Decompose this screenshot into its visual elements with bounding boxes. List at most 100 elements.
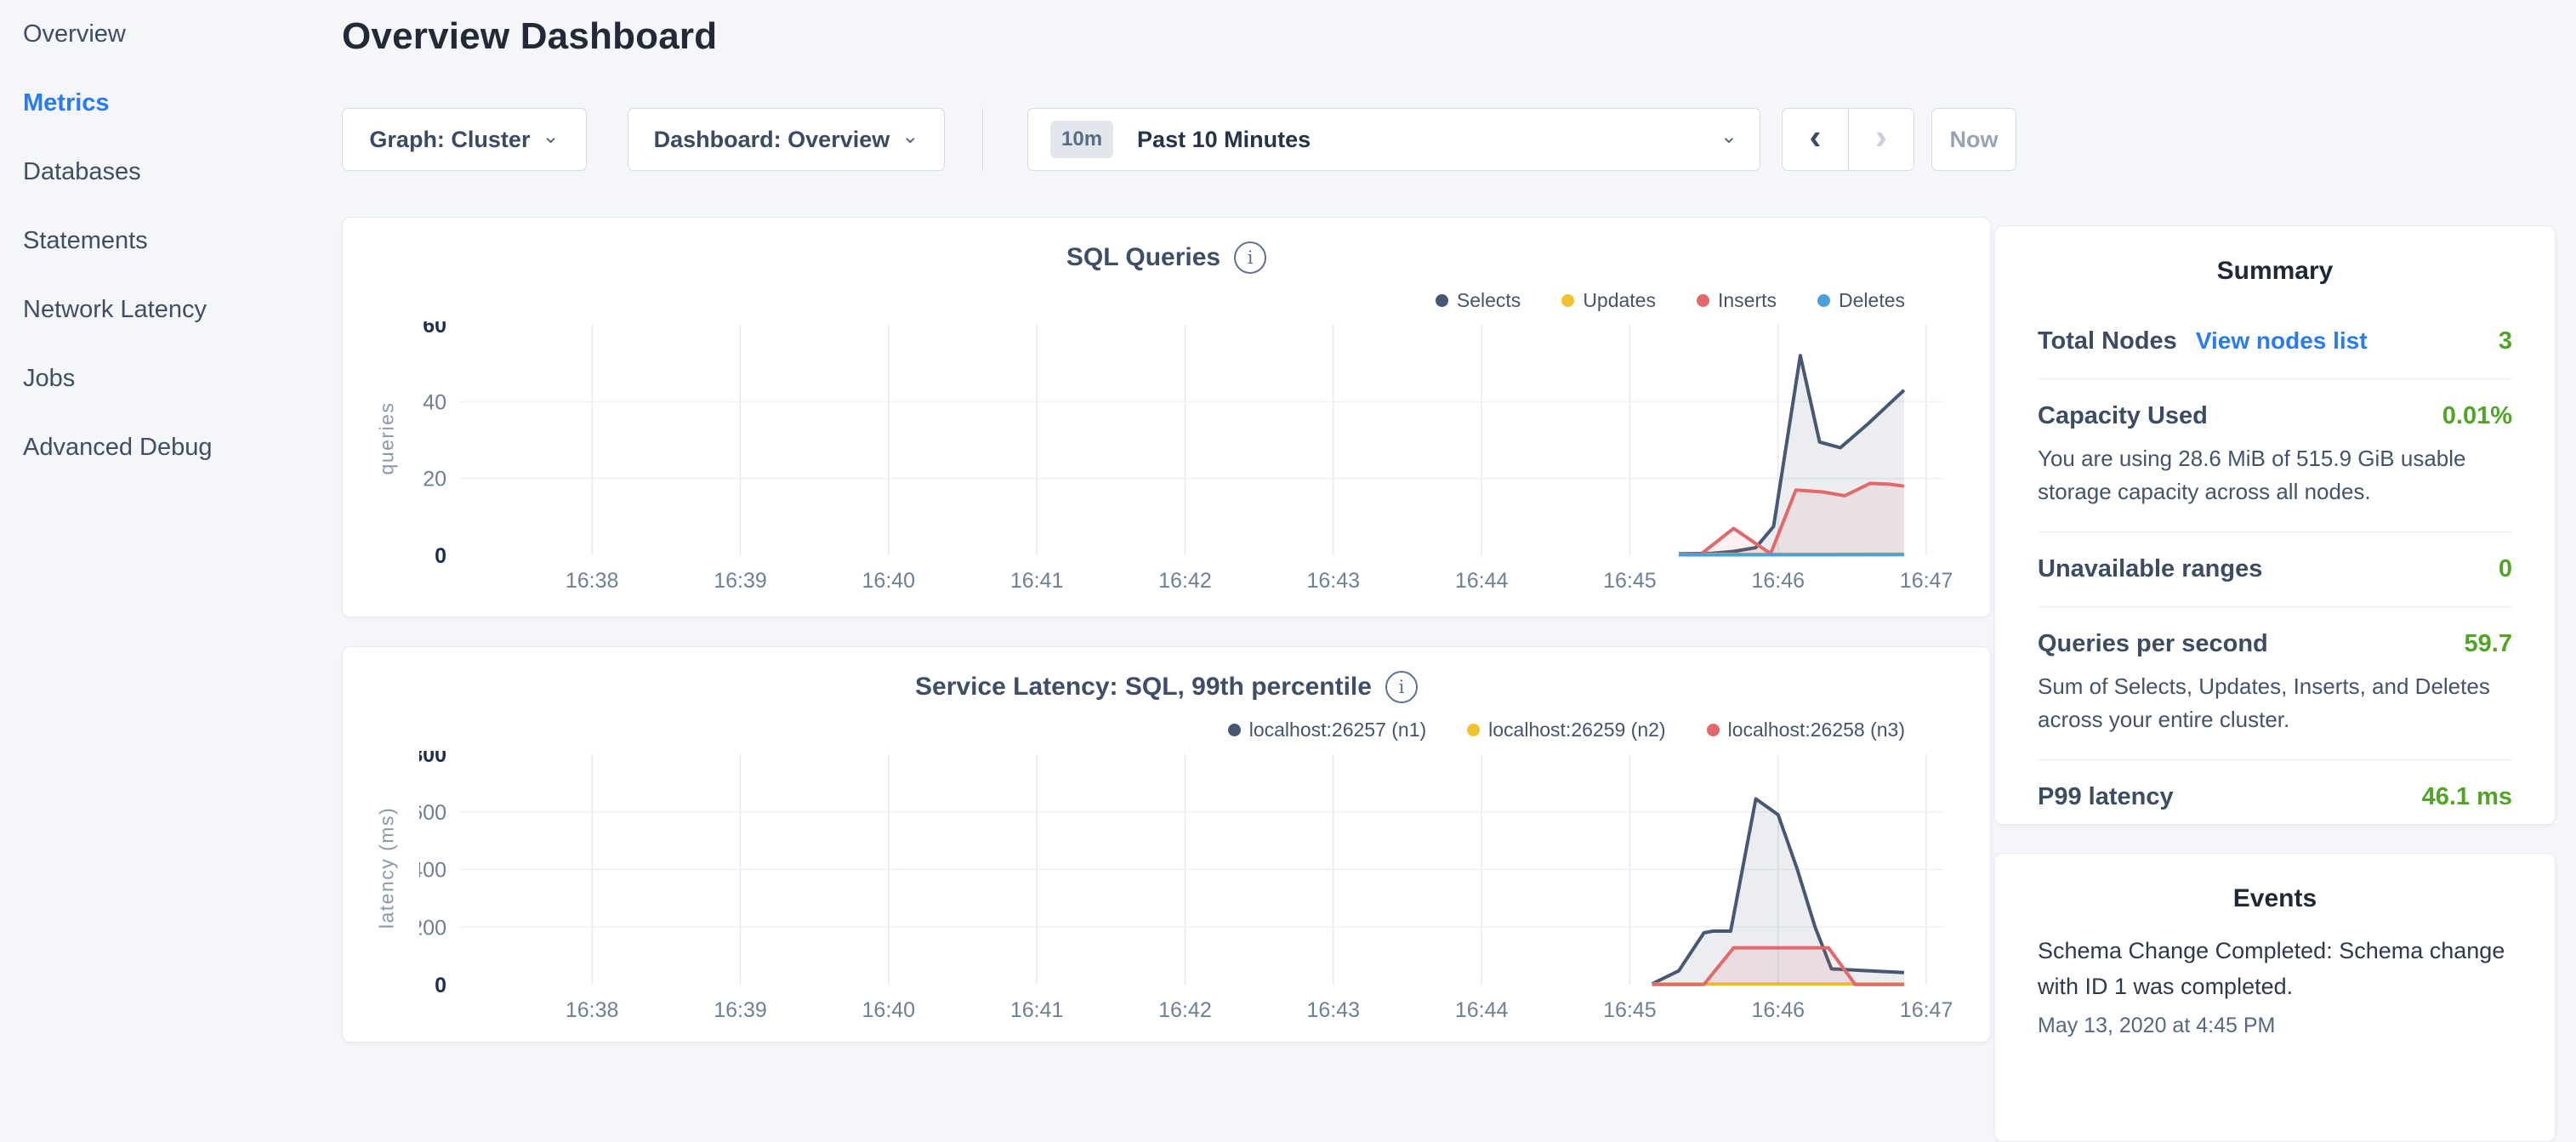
sidebar-item-metrics[interactable]: Metrics (0, 69, 340, 138)
info-icon[interactable]: i (1234, 241, 1266, 274)
service-latency-chart-card: Service Latency: SQL, 99th percentile i lo… (342, 646, 1991, 1043)
svg-text:16:43: 16:43 (1306, 569, 1360, 593)
legend-item-deletes[interactable]: Deletes (1817, 289, 1905, 312)
sidebar-item-network-latency[interactable]: Network Latency (0, 276, 340, 344)
chart-canvas: 020406016:3816:3916:4016:4116:4216:4316:… (419, 321, 1959, 606)
svg-text:20: 20 (423, 468, 446, 491)
chevron-down-icon: ⌄ (542, 124, 559, 149)
summary-row-label: Total Nodes (2038, 327, 2177, 355)
time-prev-button[interactable]: ‹ (1782, 108, 1848, 171)
events-title: Events (1995, 854, 2555, 922)
legend-dot-icon (1436, 294, 1448, 307)
svg-text:16:38: 16:38 (566, 998, 619, 1022)
summary-row-value: 3 (2499, 327, 2512, 355)
summary-panel: Summary Total Nodes View nodes list 3 Capac… (1994, 225, 2556, 825)
legend-dot-icon (1228, 724, 1241, 736)
app-root: OverviewMetricsDatabasesStatementsNetwor… (0, 0, 2576, 1051)
legend-item-localhost-26258-n3-[interactable]: localhost:26258 (n3) (1707, 719, 1905, 741)
summary-row-value: 59.7 (2465, 630, 2512, 658)
summary-row-subtext: You are using 28.6 MiB of 515.9 GiB usab… (2038, 442, 2512, 509)
y-axis-label: latency (ms) (376, 799, 399, 935)
time-window-label: Past 10 Minutes (1137, 127, 1311, 153)
svg-text:16:41: 16:41 (1010, 998, 1064, 1022)
legend-item-localhost-26257-n1-[interactable]: localhost:26257 (n1) (1228, 719, 1426, 741)
summary-row-label: P99 latency (2038, 783, 2174, 811)
time-next-button[interactable]: › (1848, 108, 1914, 171)
summary-title: Summary (1995, 226, 2555, 294)
event-date: May 13, 2020 at 4:45 PM (2038, 1014, 2512, 1038)
svg-text:400: 400 (419, 859, 446, 883)
chevron-right-icon: › (1875, 116, 1887, 157)
legend-dot-icon (1817, 294, 1830, 307)
chart-title: Service Latency: SQL, 99th percentile (915, 673, 1372, 702)
svg-text:16:44: 16:44 (1455, 998, 1509, 1022)
graph-dropdown-label: Graph: Cluster (369, 127, 530, 153)
svg-text:16:41: 16:41 (1010, 569, 1064, 593)
legend-item-inserts[interactable]: Inserts (1697, 289, 1777, 312)
toolbar-divider (982, 108, 983, 171)
time-window-badge: 10m (1050, 121, 1113, 158)
legend-label: localhost:26258 (n3) (1728, 719, 1905, 741)
legend-item-selects[interactable]: Selects (1436, 289, 1521, 312)
svg-text:16:40: 16:40 (862, 998, 916, 1022)
info-icon[interactable]: i (1385, 671, 1418, 703)
summary-rows: Total Nodes View nodes list 3 Capacity Used… (1995, 294, 2555, 834)
sql-queries-chart-card: SQL Queries i Selects Updates Inserts Deletes… (342, 217, 1991, 617)
summary-row: Capacity Used0.01%You are using 28.6 MiB… (2038, 378, 2512, 531)
y-axis-label: queries (376, 370, 399, 506)
svg-text:0: 0 (435, 544, 446, 568)
sidebar-item-statements[interactable]: Statements (0, 207, 340, 276)
event-text: Schema Change Completed: Schema change w… (2038, 934, 2512, 1005)
dashboard-dropdown[interactable]: Dashboard: Overview ⌄ (628, 108, 945, 171)
svg-text:16:44: 16:44 (1455, 569, 1509, 593)
legend-item-localhost-26259-n2-[interactable]: localhost:26259 (n2) (1467, 719, 1665, 741)
svg-text:16:45: 16:45 (1603, 569, 1657, 593)
legend-item-updates[interactable]: Updates (1561, 289, 1656, 312)
page-title: Overview Dashboard (342, 15, 717, 58)
chart-legend: localhost:26257 (n1) localhost:26259 (n2)… (1228, 719, 1905, 741)
legend-label: localhost:26257 (n1) (1249, 719, 1426, 741)
chevron-down-icon: ⌄ (901, 124, 918, 149)
main-content: Overview Dashboard Graph: Cluster ⌄ Dash… (340, 0, 1994, 1051)
sidebar-item-advanced-debug[interactable]: Advanced Debug (0, 413, 340, 482)
dashboard-dropdown-label: Dashboard: Overview (654, 127, 890, 153)
summary-row: Unavailable ranges 0 (2038, 531, 2512, 606)
summary-row-label: Queries per second (2038, 630, 2268, 658)
chart-title: SQL Queries (1066, 243, 1220, 272)
summary-row-subtext: Sum of Selects, Updates, Inserts, and De… (2038, 670, 2512, 736)
legend-label: Deletes (1839, 289, 1905, 312)
svg-text:800: 800 (419, 751, 446, 767)
events-list: Schema Change Completed: Schema change w… (1995, 922, 2555, 1038)
summary-row-value: 46.1 ms (2422, 783, 2512, 811)
svg-text:16:46: 16:46 (1751, 569, 1805, 593)
legend-label: localhost:26259 (n2) (1488, 719, 1665, 741)
svg-text:16:42: 16:42 (1158, 998, 1212, 1022)
sidebar-item-jobs[interactable]: Jobs (0, 344, 340, 413)
svg-text:16:43: 16:43 (1306, 998, 1360, 1022)
summary-row-label: Unavailable ranges (2038, 555, 2262, 583)
view-nodes-list-link[interactable]: View nodes list (2196, 327, 2368, 355)
svg-text:60: 60 (423, 321, 446, 338)
legend-label: Inserts (1718, 289, 1777, 312)
right-sidebar: Summary Total Nodes View nodes list 3 Capac… (1994, 0, 2556, 1051)
svg-text:16:47: 16:47 (1900, 998, 1953, 1022)
summary-row-label: Capacity Used (2038, 402, 2208, 430)
time-pager: ‹ › (1782, 108, 1914, 171)
legend-dot-icon (1697, 294, 1709, 307)
svg-text:200: 200 (419, 916, 446, 940)
sidebar-item-overview[interactable]: Overview (0, 0, 340, 69)
graph-dropdown[interactable]: Graph: Cluster ⌄ (342, 108, 587, 171)
svg-text:40: 40 (423, 390, 446, 414)
svg-text:16:46: 16:46 (1751, 998, 1805, 1022)
sidebar-item-databases[interactable]: Databases (0, 138, 340, 207)
events-panel: Events Schema Change Completed: Schema c… (1994, 853, 2556, 1142)
legend-dot-icon (1561, 294, 1574, 307)
chart-title-row: Service Latency: SQL, 99th percentile i (343, 671, 1990, 703)
summary-row: Queries per second 59.7 Sum of Selects, Up… (2038, 606, 2512, 759)
svg-text:16:38: 16:38 (566, 569, 619, 593)
summary-row-value: 0 (2499, 555, 2512, 583)
chevron-left-icon: ‹ (1810, 116, 1822, 157)
legend-label: Selects (1457, 289, 1521, 312)
time-window-dropdown[interactable]: 10m Past 10 Minutes ⌄ (1027, 108, 1760, 171)
svg-text:16:39: 16:39 (714, 998, 767, 1022)
